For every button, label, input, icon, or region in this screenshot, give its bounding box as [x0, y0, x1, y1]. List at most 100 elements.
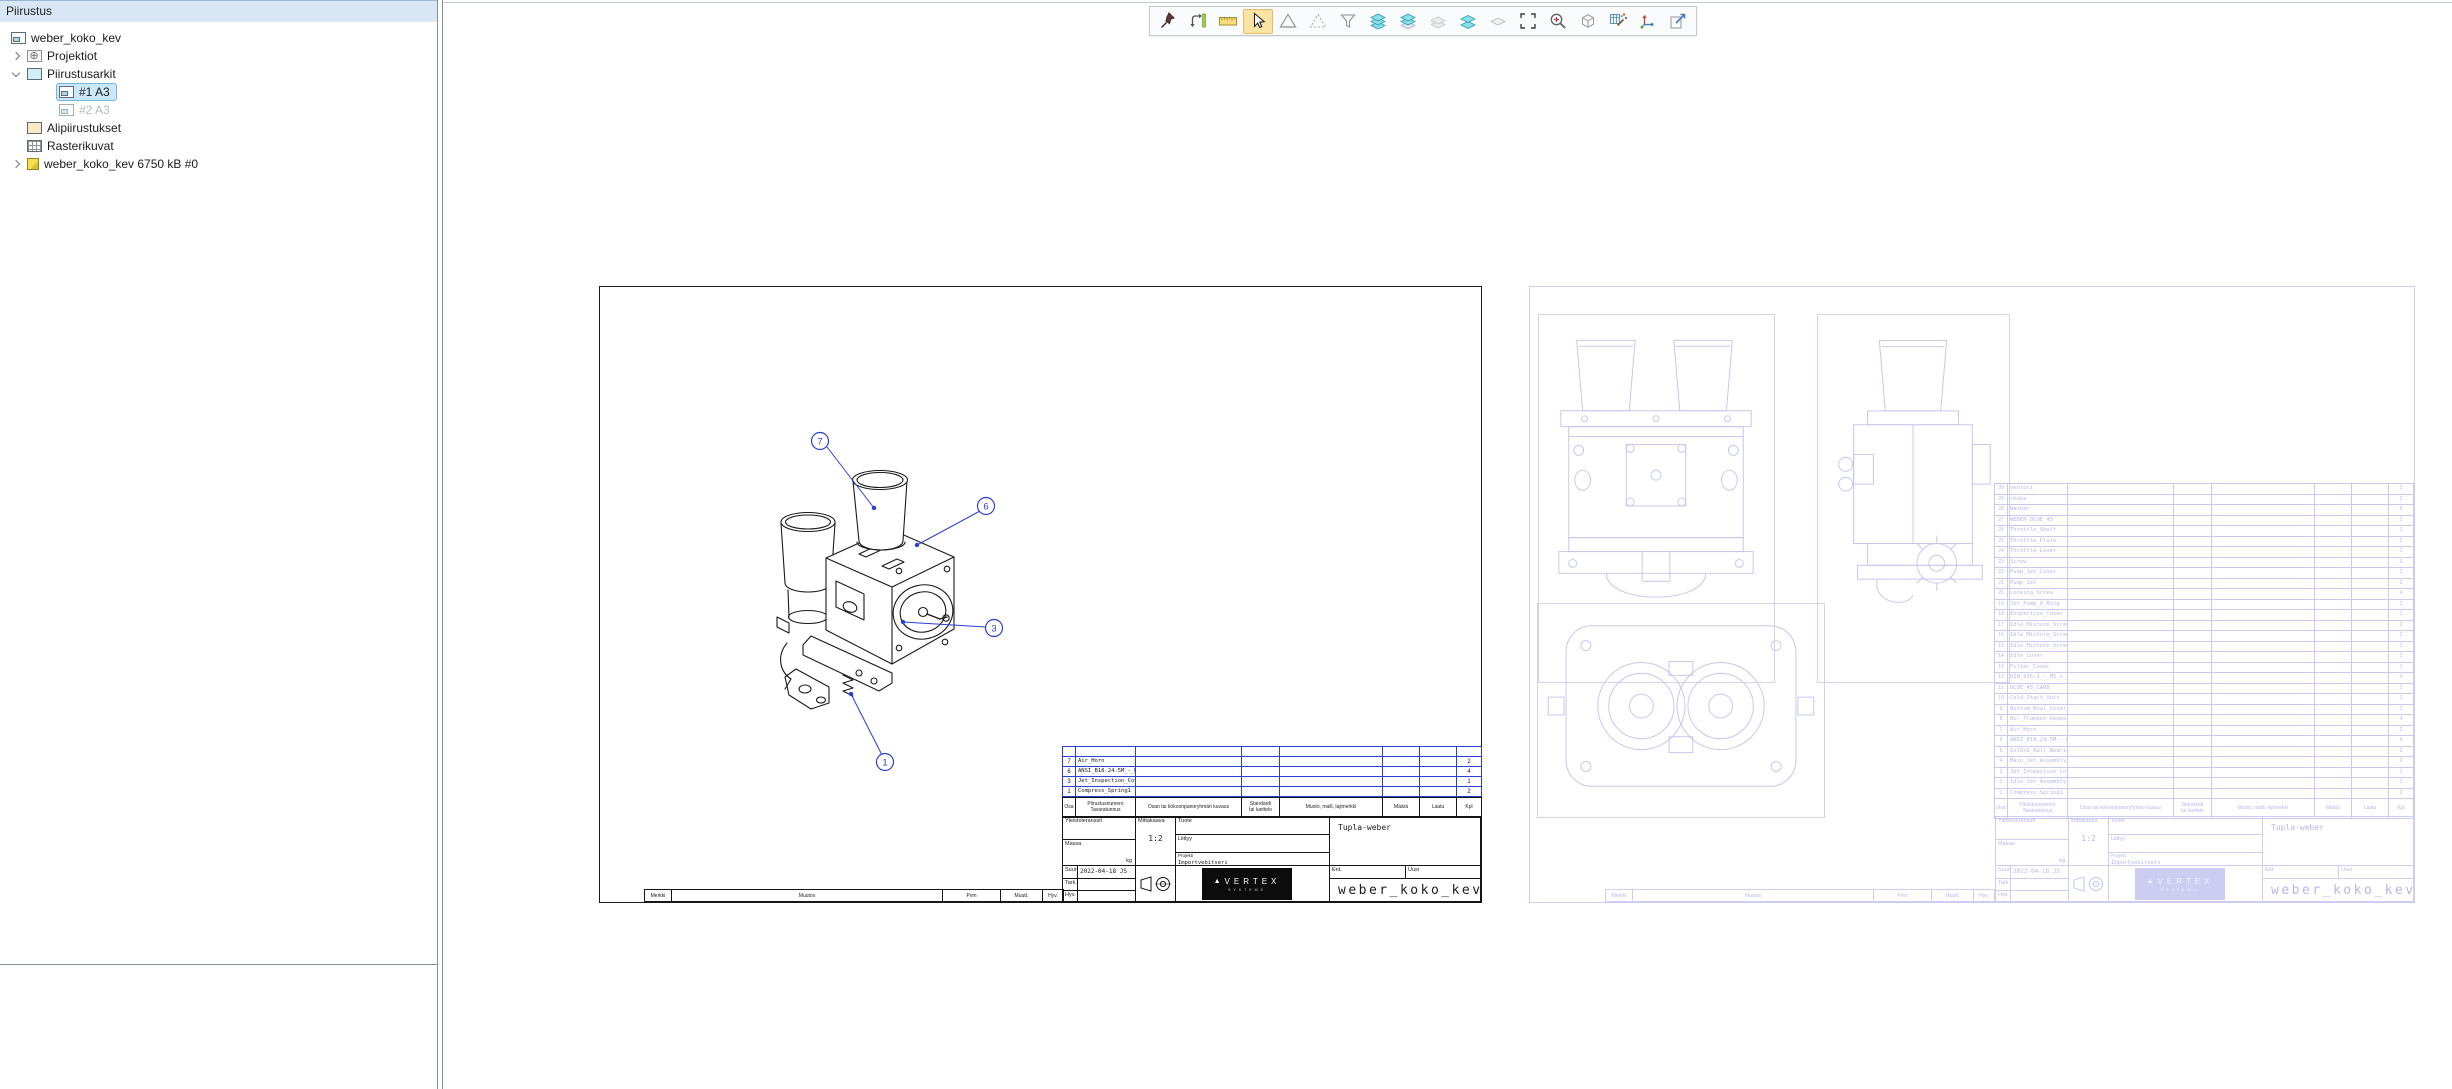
drawing-sheet-2-preview[interactable]: 30venturi229choke228Washer927WEBER_DCOE_… — [1529, 286, 2415, 903]
expand-arrow[interactable] — [8, 72, 24, 76]
triangle-icon — [1278, 11, 1298, 31]
expand-arrow[interactable] — [8, 161, 24, 167]
toolbar-button-triangle-hidden[interactable] — [1303, 9, 1333, 34]
balloon-7[interactable]: 7 — [812, 433, 829, 450]
layers-all-on-icon — [1368, 11, 1388, 31]
svg-text:6: 6 — [983, 502, 988, 513]
toolbar-button-selection-frame[interactable] — [1513, 9, 1543, 34]
tree-item[interactable]: #1 A3 — [0, 83, 437, 101]
ghost-parts-list-row: 25Throttle_Plate2 — [1995, 536, 2414, 547]
floating-toolbar — [1149, 6, 1697, 36]
toolbar-button-layers-visible[interactable] — [1453, 9, 1483, 34]
toolbar-button-measure-move[interactable] — [1183, 9, 1213, 34]
ghost-parts-list: 30venturi229choke228Washer927WEBER_DCOE_… — [1994, 483, 2414, 799]
toolbar-button-select-cursor[interactable] — [1243, 9, 1273, 34]
ghost-projection-symbol — [2071, 874, 2107, 894]
drawing-title: Tupla-weber — [1330, 817, 1481, 832]
revision-strip: Merkki Muutos Pvm Muutt. Hyv. — [644, 889, 1064, 902]
drawing-sheet-1[interactable]: 7 6 3 1 7Air_Horn26ANSI_B18.24.5M_-_M5_x… — [599, 286, 1482, 903]
tree-item-icon — [27, 122, 42, 134]
title-block[interactable]: 7Air_Horn26ANSI_B18.24.5M_-_M5_x_43Jet_I… — [1062, 746, 1481, 902]
ghost-parts-list-row: 3Jet_Inspection_Cover1 — [1995, 767, 2414, 778]
tree-item-row[interactable]: Rasterikuvat — [24, 137, 121, 155]
parts-list: 7Air_Horn26ANSI_B18.24.5M_-_M5_x_43Jet_I… — [1062, 746, 1482, 797]
panel-title: Piirustus — [0, 0, 437, 22]
expand-arrow[interactable] — [8, 53, 24, 59]
tree-item[interactable]: weber_koko_kev — [0, 29, 437, 47]
tree-item[interactable]: Alipiirustukset — [0, 119, 437, 137]
balloon-1[interactable]: 1 — [877, 754, 894, 771]
ghost-parts-list-row: 19Jet_Pump_O_Ring2 — [1995, 599, 2414, 610]
ghost-parts-list-row: 8Air_Trumpet_keeper4 — [1995, 715, 2414, 726]
tree-item-row[interactable]: #1 A3 — [56, 83, 117, 101]
toolbar-button-layers-off[interactable] — [1423, 9, 1453, 34]
panel-splitter[interactable] — [0, 964, 438, 965]
toolbar-button-ruler[interactable] — [1213, 9, 1243, 34]
parts-list-row: 1Compress_Spring12 — [1063, 787, 1482, 797]
svg-text:3: 3 — [991, 624, 996, 635]
toolbar-button-layers-mixed[interactable] — [1393, 9, 1423, 34]
vertex-logo: ▲VERTEX SYSTEMS — [1202, 868, 1292, 900]
ghost-vertex-logo: ▲VERTEX SYSTEMS — [2135, 868, 2225, 900]
triangle-hidden-icon — [1308, 11, 1328, 31]
ghost-title-block: Yleistoleranssit Massakg Suunn. 2022-04-… — [1995, 816, 2414, 902]
tree-item-icon — [27, 158, 39, 170]
ghost-parts-list-row: 11DCOE_45_CARB1 — [1995, 683, 2414, 694]
tree-item-label: Alipiirustukset — [47, 121, 121, 135]
ghost-parts-list-row: 22Pump_Jet_Cover2 — [1995, 568, 2414, 579]
design-date: 2022-04-18 JS — [1078, 866, 1135, 875]
projection-symbol — [1138, 874, 1174, 894]
toolbar-button-layer-single[interactable] — [1483, 9, 1513, 34]
balloon-6[interactable]: 6 — [978, 498, 995, 515]
tree-item-row[interactable]: Piirustusarkit — [24, 65, 123, 83]
axes-icon — [1638, 11, 1658, 31]
tree-item-label: weber_koko_kev 6750 kB #0 — [44, 157, 198, 171]
toolbar-button-pin[interactable] — [1153, 9, 1183, 34]
select-cursor-icon — [1248, 11, 1268, 31]
toolbar-button-export-view[interactable] — [1663, 9, 1693, 34]
ghost-parts-list-row: 28Washer9 — [1995, 505, 2414, 516]
title-block-grid: Yleistoleranssit Massakg Suunn. 2022-04-… — [1062, 816, 1481, 902]
tree-item[interactable]: Piirustusarkit — [0, 65, 437, 83]
layers-off-icon — [1428, 11, 1448, 31]
toolbar-button-layers-all-on[interactable] — [1363, 9, 1393, 34]
tree-item[interactable]: Projektiot — [0, 47, 437, 65]
ruler-icon — [1218, 11, 1238, 31]
tree-item[interactable]: Rasterikuvat — [0, 137, 437, 155]
ghost-parts-list-row: 1Compress_Spring12 — [1995, 788, 2414, 799]
tree-item[interactable]: weber_koko_kev 6750 kB #0 — [0, 155, 437, 173]
measure-move-icon — [1188, 11, 1208, 31]
parts-list-row: 7Air_Horn2 — [1063, 757, 1482, 767]
ghost-parts-list-row: 12DIN_916-1_-_M5_x_12_-_B4 — [1995, 673, 2414, 684]
ghost-parts-list-row: 18Inspection_Cover1 — [1995, 610, 2414, 621]
filter-icon — [1338, 11, 1358, 31]
toolbar-button-report-table[interactable] — [1603, 9, 1633, 34]
ghost-parts-list-row: 26Throttle_Shaft1 — [1995, 526, 2414, 537]
ghost-parts-list-row: 56x19x6_Ball_Bearing2 — [1995, 746, 2414, 757]
ghost-parts-list-row: 27WEBER_DCOE_451 — [1995, 515, 2414, 526]
table-wand-icon — [1608, 11, 1628, 31]
toolbar-button-zoom-area[interactable] — [1543, 9, 1573, 34]
ghost-parts-list-row: 10Cold_Start_Unit1 — [1995, 694, 2414, 705]
carburetor-assembly-drawing[interactable]: 7 6 3 1 — [741, 411, 1041, 791]
parts-list-row — [1063, 747, 1482, 757]
tree-item-row[interactable]: Projektiot — [24, 47, 104, 65]
ghost-parts-list-row: 2Idle_Jet_Assembly2 — [1995, 778, 2414, 789]
tree-item[interactable]: #2 A3 — [0, 101, 437, 119]
toolbar-button-filter[interactable] — [1333, 9, 1363, 34]
mass-label: Massa — [1063, 840, 1135, 847]
tree-item-row[interactable]: weber_koko_kev 6750 kB #0 — [24, 155, 205, 173]
tree-item-row[interactable]: Alipiirustukset — [24, 119, 128, 137]
tree-item-row[interactable]: #2 A3 — [56, 101, 117, 119]
tree-item-row[interactable]: weber_koko_kev — [8, 29, 128, 47]
selection-frame-icon — [1518, 11, 1538, 31]
canvas-top-border — [443, 2, 2452, 3]
balloon-3[interactable]: 3 — [986, 620, 1003, 637]
ghost-parts-list-row: 14Idle_Cover2 — [1995, 652, 2414, 663]
toolbar-button-triangle[interactable] — [1273, 9, 1303, 34]
toolbar-button-solid-view[interactable] — [1573, 9, 1603, 34]
toolbar-button-coordinate-axes[interactable] — [1633, 9, 1663, 34]
ghost-parts-list-row: 21Pump_Jet2 — [1995, 578, 2414, 589]
tree-item-label: Projektiot — [47, 49, 97, 63]
parts-list-row: 3Jet_Inspection_Cover1 — [1063, 777, 1482, 787]
